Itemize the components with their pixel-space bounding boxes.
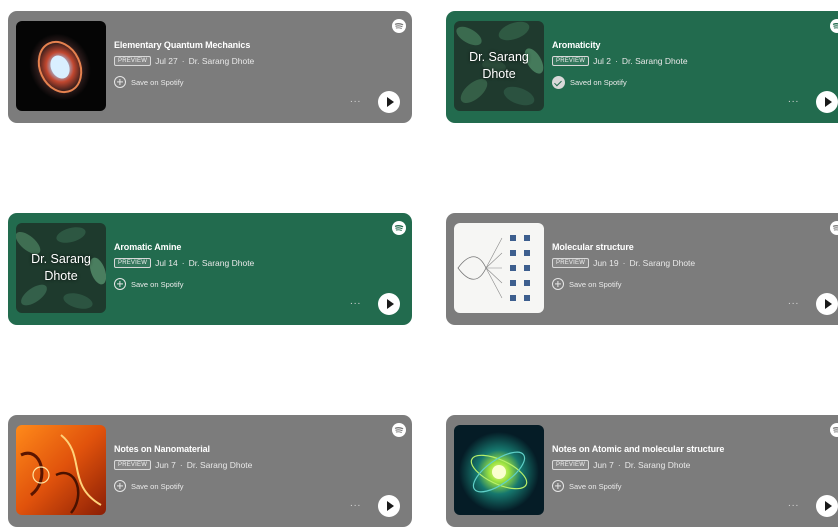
episode-meta: PREVIEW Jun 7 · Dr. Sarang Dhote xyxy=(114,460,252,470)
preview-badge: PREVIEW xyxy=(552,258,590,268)
episode-date: Jun 7 xyxy=(155,460,176,470)
episode-artwork[interactable]: Dr. Sarang Dhote xyxy=(16,223,106,313)
spotify-logo-icon[interactable] xyxy=(830,19,838,33)
more-options-button[interactable]: ... xyxy=(350,95,361,105)
episode-card[interactable]: Dr. Sarang Dhote Aromatic Amine PREVIEW … xyxy=(8,213,412,325)
save-on-spotify-button[interactable]: Save on Spotify xyxy=(114,278,184,290)
play-button[interactable] xyxy=(378,495,400,517)
episode-title[interactable]: Elementary Quantum Mechanics xyxy=(114,40,250,50)
save-label: Save on Spotify xyxy=(569,279,622,289)
meta-separator: · xyxy=(617,460,621,470)
spotify-logo-icon[interactable] xyxy=(830,423,838,437)
episode-meta: PREVIEW Jul 27 · Dr. Sarang Dhote xyxy=(114,56,254,66)
add-icon xyxy=(552,278,564,290)
meta-separator: · xyxy=(181,56,185,66)
episode-author: Dr. Sarang Dhote xyxy=(621,56,688,66)
save-label: Save on Spotify xyxy=(131,77,184,87)
spotify-logo-icon[interactable] xyxy=(392,423,406,437)
saved-on-spotify-button[interactable]: Saved on Spotify xyxy=(552,76,627,89)
episode-date: Jun 19 xyxy=(593,258,619,268)
preview-badge: PREVIEW xyxy=(114,258,152,268)
play-button[interactable] xyxy=(378,91,400,113)
add-icon xyxy=(114,278,126,290)
add-icon xyxy=(114,76,126,88)
more-options-button[interactable]: ... xyxy=(788,95,799,105)
episode-title[interactable]: Molecular structure xyxy=(552,242,634,252)
artwork-text: Dr. Sarang Dhote xyxy=(31,252,91,283)
episode-artwork[interactable] xyxy=(16,21,106,111)
more-options-button[interactable]: ... xyxy=(788,499,799,509)
episode-meta: PREVIEW Jul 14 · Dr. Sarang Dhote xyxy=(114,258,254,268)
episode-date: Jun 7 xyxy=(593,460,614,470)
episode-meta: PREVIEW Jul 2 · Dr. Sarang Dhote xyxy=(552,56,688,66)
save-on-spotify-button[interactable]: Save on Spotify xyxy=(114,76,184,88)
artwork-text: Dr. Sarang Dhote xyxy=(469,50,529,81)
episode-author: Dr. Sarang Dhote xyxy=(629,258,696,268)
play-button[interactable] xyxy=(378,293,400,315)
episode-author: Dr. Sarang Dhote xyxy=(624,460,691,470)
episode-card[interactable]: Dr. Sarang Dhote Aromaticity PREVIEW Jul… xyxy=(446,11,838,123)
episode-author: Dr. Sarang Dhote xyxy=(188,258,255,268)
play-button[interactable] xyxy=(816,293,838,315)
more-options-button[interactable]: ... xyxy=(788,297,799,307)
spotify-logo-icon[interactable] xyxy=(830,221,838,235)
episode-title[interactable]: Notes on Atomic and molecular structure xyxy=(552,444,724,454)
preview-badge: PREVIEW xyxy=(114,460,152,470)
play-button[interactable] xyxy=(816,495,838,517)
episode-card[interactable]: Elementary Quantum Mechanics PREVIEW Jul… xyxy=(8,11,412,123)
save-on-spotify-button[interactable]: Save on Spotify xyxy=(552,278,622,290)
save-on-spotify-button[interactable]: Save on Spotify xyxy=(114,480,184,492)
episode-date: Jul 14 xyxy=(155,258,178,268)
episode-title[interactable]: Aromaticity xyxy=(552,40,601,50)
save-label: Save on Spotify xyxy=(131,279,184,289)
episode-artwork[interactable] xyxy=(454,425,544,515)
meta-separator: · xyxy=(622,258,626,268)
play-button[interactable] xyxy=(816,91,838,113)
episode-meta: PREVIEW Jun 19 · Dr. Sarang Dhote xyxy=(552,258,695,268)
meta-separator: · xyxy=(179,460,183,470)
spotify-logo-icon[interactable] xyxy=(392,221,406,235)
spotify-logo-icon[interactable] xyxy=(392,19,406,33)
episode-artwork[interactable] xyxy=(16,425,106,515)
episode-meta: PREVIEW Jun 7 · Dr. Sarang Dhote xyxy=(552,460,690,470)
episode-card[interactable]: Notes on Atomic and molecular structure … xyxy=(446,415,838,527)
save-label: Save on Spotify xyxy=(131,481,184,491)
episode-date: Jul 27 xyxy=(155,56,178,66)
episode-title[interactable]: Notes on Nanomaterial xyxy=(114,444,210,454)
episode-author: Dr. Sarang Dhote xyxy=(186,460,253,470)
meta-separator: · xyxy=(181,258,185,268)
add-icon xyxy=(114,480,126,492)
episode-date: Jul 2 xyxy=(593,56,612,66)
meta-separator: · xyxy=(615,56,618,66)
episode-artwork[interactable]: Dr. Sarang Dhote xyxy=(454,21,544,111)
save-on-spotify-button[interactable]: Save on Spotify xyxy=(552,480,622,492)
episode-card[interactable]: Molecular structure PREVIEW Jun 19 · Dr.… xyxy=(446,213,838,325)
episode-title[interactable]: Aromatic Amine xyxy=(114,242,181,252)
check-icon xyxy=(552,76,565,89)
add-icon xyxy=(552,480,564,492)
saved-label: Saved on Spotify xyxy=(570,78,627,87)
episode-card[interactable]: Notes on Nanomaterial PREVIEW Jun 7 · Dr… xyxy=(8,415,412,527)
preview-badge: PREVIEW xyxy=(552,460,590,470)
more-options-button[interactable]: ... xyxy=(350,499,361,509)
preview-badge: PREVIEW xyxy=(552,56,590,66)
more-options-button[interactable]: ... xyxy=(350,297,361,307)
preview-badge: PREVIEW xyxy=(114,56,152,66)
episode-author: Dr. Sarang Dhote xyxy=(188,56,255,66)
episode-artwork[interactable] xyxy=(454,223,544,313)
save-label: Save on Spotify xyxy=(569,481,622,491)
